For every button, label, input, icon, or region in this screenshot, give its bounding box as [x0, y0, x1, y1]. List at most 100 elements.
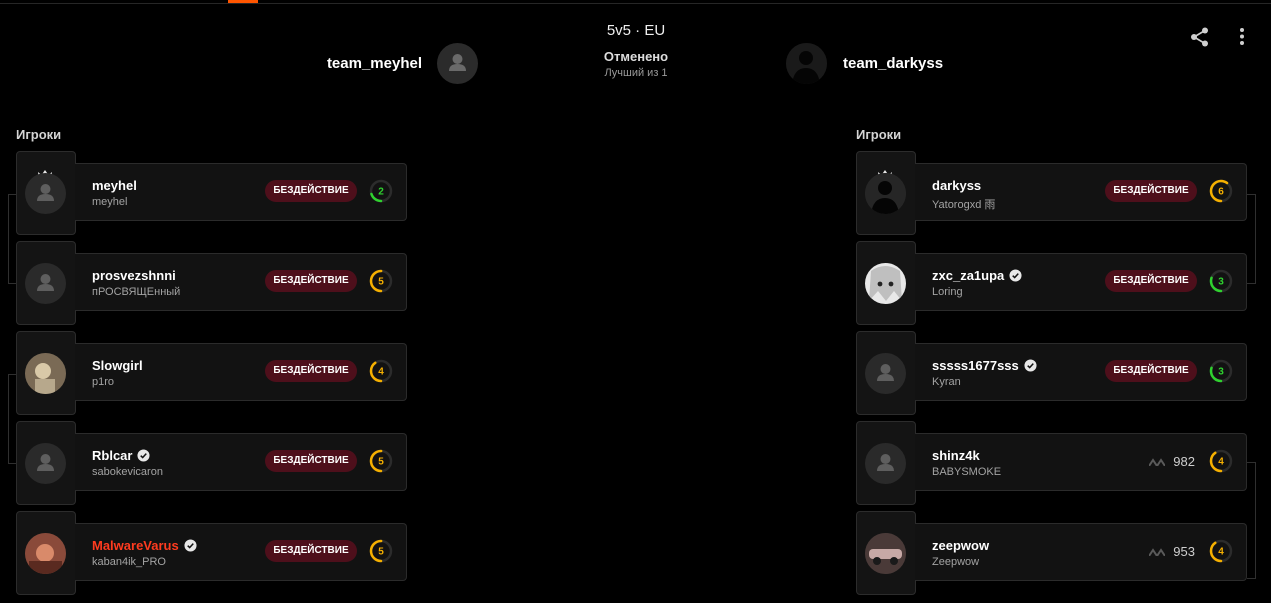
verified-icon	[184, 539, 197, 552]
player-subname: Loring	[932, 286, 963, 298]
player-row[interactable]: prosvezshnni пРОСВЯЩЕнный БЕЗДЕЙСТВИЕ 5	[16, 241, 408, 325]
share-icon[interactable]	[1189, 26, 1211, 53]
skill-level-value: 4	[1218, 457, 1224, 468]
player-subname: пРОСВЯЩЕнный	[92, 286, 181, 298]
status-badge: БЕЗДЕЙСТВИЕ	[1105, 270, 1197, 292]
avatar[interactable]	[25, 533, 66, 574]
team-left-name[interactable]: team_meyhel	[260, 55, 422, 72]
skill-level-icon: 6	[1209, 179, 1233, 203]
avatar[interactable]	[25, 173, 66, 214]
skill-level-value: 5	[378, 457, 384, 468]
elo-value: 953	[1173, 544, 1195, 559]
player-row[interactable]: MalwareVarus kaban4ik_PRO БЕЗДЕЙСТВИЕ 5	[16, 511, 408, 595]
player-row[interactable]: Rblcar sabokevicaron БЕЗДЕЙСТВИЕ 5	[16, 421, 408, 505]
car-photo-avatar-icon	[865, 533, 906, 574]
player-card[interactable]: zeepwow Zeepwow 953 4	[915, 523, 1247, 581]
player-nickname[interactable]: zxc_za1upa	[932, 268, 1022, 283]
elo-value: 982	[1173, 454, 1195, 469]
player-card[interactable]: sssss1677sss Kyran БЕЗДЕЙСТВИЕ 3	[915, 343, 1247, 401]
player-card[interactable]: Slowgirl p1ro БЕЗДЕЙСТВИЕ 4	[75, 343, 407, 401]
player-subname: kaban4ik_PRO	[92, 556, 166, 568]
player-avatar-frame	[16, 151, 76, 235]
default-avatar-icon	[449, 54, 466, 71]
player-card[interactable]: Rblcar sabokevicaron БЕЗДЕЙСТВИЕ 5	[75, 433, 407, 491]
player-avatar-frame	[856, 421, 916, 505]
player-avatar-frame	[16, 421, 76, 505]
elo-icon	[1149, 458, 1165, 466]
avatar[interactable]	[25, 443, 66, 484]
player-row[interactable]: shinz4k BABYSMOKE 982 4	[856, 421, 1248, 505]
skill-level-value: 2	[378, 187, 384, 198]
player-row[interactable]: darkyss Yatorogxd 雨 БЕЗДЕЙСТВИЕ 6	[856, 151, 1248, 235]
skill-level-icon: 2	[369, 179, 393, 203]
skill-level-icon: 4	[1209, 449, 1233, 473]
player-card[interactable]: darkyss Yatorogxd 雨 БЕЗДЕЙСТВИЕ 6	[915, 163, 1247, 221]
default-avatar-icon	[37, 274, 54, 291]
party-bracket-right	[1247, 194, 1256, 284]
player-subname: p1ro	[92, 376, 115, 388]
status-badge: БЕЗДЕЙСТВИЕ	[265, 450, 357, 472]
elo-icon	[1149, 548, 1165, 556]
player-row[interactable]: Slowgirl p1ro БЕЗДЕЙСТВИЕ 4	[16, 331, 408, 415]
skill-level-value: 5	[378, 277, 384, 288]
team-left-avatar[interactable]	[437, 43, 478, 84]
match-mode: 5v5 · EU	[606, 22, 666, 39]
status-badge: БЕЗДЕЙСТВИЕ	[265, 270, 357, 292]
skill-level-icon: 3	[1209, 269, 1233, 293]
active-tab-indicator	[228, 0, 258, 3]
match-format: Лучший из 1	[604, 67, 668, 79]
player-row[interactable]: zeepwow Zeepwow 953 4	[856, 511, 1248, 595]
player-row[interactable]: sssss1677sss Kyran БЕЗДЕЙСТВИЕ 3	[856, 331, 1248, 415]
player-subname: BABYSMOKE	[932, 466, 1002, 478]
avatar[interactable]	[25, 353, 66, 394]
left-players-heading: Игроки	[16, 127, 62, 142]
player-nickname[interactable]: Rblcar	[92, 448, 151, 463]
skill-level-value: 3	[1218, 367, 1224, 378]
default-avatar-icon	[37, 184, 54, 201]
player-nickname[interactable]: sssss1677sss	[932, 358, 1037, 373]
avatar[interactable]	[865, 443, 906, 484]
player-avatar-frame	[856, 151, 916, 235]
player-nickname[interactable]: prosvezshnni	[92, 268, 176, 283]
skill-level-value: 4	[1218, 547, 1224, 558]
player-card[interactable]: prosvezshnni пРОСВЯЩЕнный БЕЗДЕЙСТВИЕ 5	[75, 253, 407, 311]
player-row[interactable]: zxc_za1upa Loring БЕЗДЕЙСТВИЕ 3	[856, 241, 1248, 325]
player-nickname[interactable]: zeepwow	[932, 538, 989, 553]
player-subname: sabokevicaron	[92, 466, 163, 478]
avatar[interactable]	[865, 263, 906, 304]
skill-level-icon: 4	[1209, 539, 1233, 563]
default-avatar-icon	[877, 454, 894, 471]
skill-level-value: 6	[1218, 187, 1224, 198]
skill-level-icon: 5	[369, 449, 393, 473]
player-card[interactable]: MalwareVarus kaban4ik_PRO БЕЗДЕЙСТВИЕ 5	[75, 523, 407, 581]
avatar[interactable]	[865, 173, 906, 214]
photo-avatar-icon	[25, 353, 66, 394]
status-badge: БЕЗДЕЙСТВИЕ	[265, 360, 357, 382]
player-nickname[interactable]: MalwareVarus	[92, 538, 197, 553]
player-card[interactable]: meyhel meyhel БЕЗДЕЙСТВИЕ 2	[75, 163, 407, 221]
dark-silhouette-avatar-icon	[786, 43, 827, 84]
player-subname: Yatorogxd 雨	[932, 199, 996, 211]
skill-level-icon: 5	[369, 539, 393, 563]
player-card[interactable]: shinz4k BABYSMOKE 982 4	[915, 433, 1247, 491]
player-nickname[interactable]: shinz4k	[932, 448, 980, 463]
player-nickname[interactable]: darkyss	[932, 178, 981, 193]
player-nickname[interactable]: meyhel	[92, 178, 137, 193]
skill-level-icon: 4	[369, 359, 393, 383]
default-avatar-icon	[877, 364, 894, 381]
avatar[interactable]	[25, 263, 66, 304]
avatar[interactable]	[865, 353, 906, 394]
more-vertical-icon[interactable]	[1233, 26, 1251, 53]
player-avatar-frame	[856, 331, 916, 415]
status-badge: БЕЗДЕЙСТВИЕ	[265, 540, 357, 562]
right-players-heading: Игроки	[856, 127, 902, 142]
player-card[interactable]: zxc_za1upa Loring БЕЗДЕЙСТВИЕ 3	[915, 253, 1247, 311]
team-right-name[interactable]: team_darkyss	[843, 55, 1043, 72]
avatar[interactable]	[865, 533, 906, 574]
player-row[interactable]: meyhel meyhel БЕЗДЕЙСТВИЕ 2	[16, 151, 408, 235]
skill-level-icon: 3	[1209, 359, 1233, 383]
default-avatar-icon	[37, 454, 54, 471]
team-right-avatar[interactable]	[786, 43, 827, 84]
verified-icon	[137, 449, 151, 462]
player-nickname[interactable]: Slowgirl	[92, 358, 143, 373]
